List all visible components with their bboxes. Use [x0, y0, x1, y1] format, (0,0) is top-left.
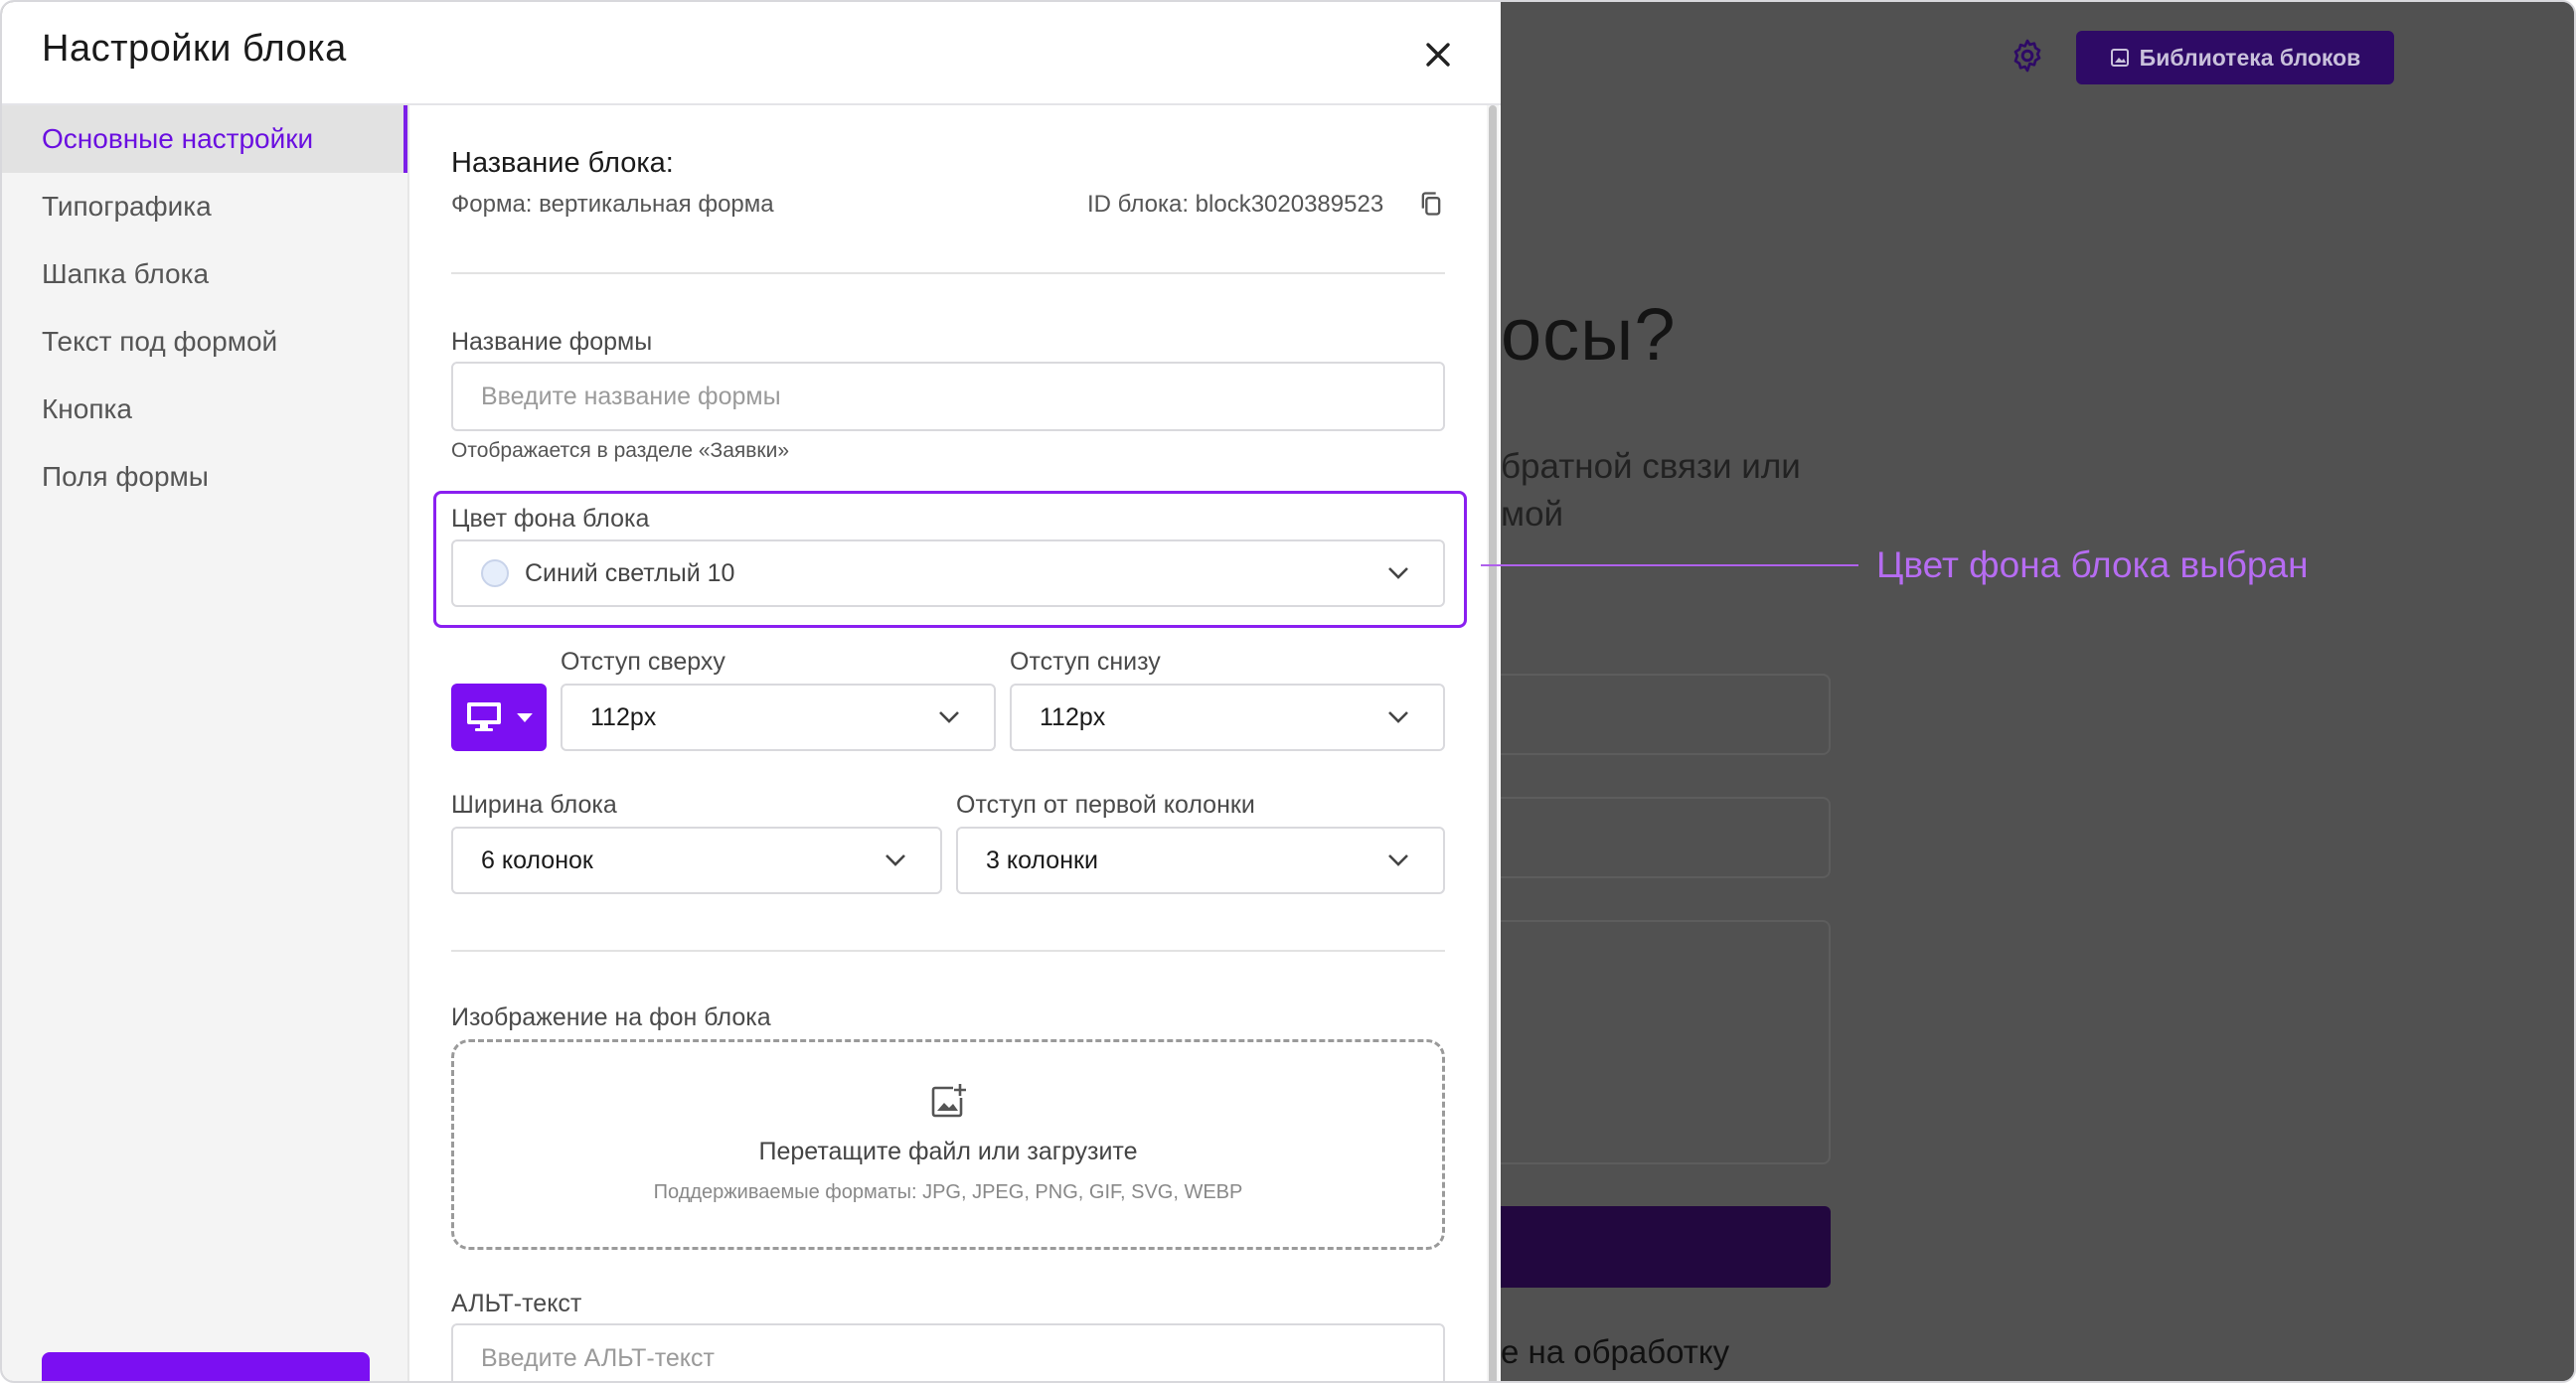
block-settings-modal: Настройки блока Основные настройки Типог…	[2, 2, 1501, 1381]
block-width-select[interactable]: 6 колонок	[451, 827, 942, 894]
color-swatch	[481, 559, 509, 587]
first-column-offset-select[interactable]: 3 колонки	[956, 827, 1445, 894]
block-id-text: ID блока: block3020389523	[1087, 191, 1384, 218]
page-heading-fragment: осы?	[1501, 293, 1677, 376]
form-name-input[interactable]: Введите название формы	[451, 362, 1445, 431]
block-library-button[interactable]: Библиотека блоков	[2076, 31, 2394, 84]
block-width-value: 6 колонок	[481, 845, 593, 874]
scrollbar-thumb[interactable]	[1489, 105, 1497, 1381]
page-submit-button	[1501, 1206, 1831, 1288]
padding-top-value: 112px	[590, 702, 657, 731]
block-type-text: Форма: вертикальная форма	[451, 191, 774, 218]
gear-icon[interactable]	[2010, 38, 2045, 74]
block-library-label: Библиотека блоков	[2139, 44, 2361, 71]
chevron-down-icon	[1388, 567, 1408, 579]
divider	[451, 272, 1445, 274]
first-column-offset-value: 3 колонки	[986, 845, 1098, 874]
chevron-down-icon	[939, 711, 959, 723]
nav-item-typography[interactable]: Типографика	[2, 173, 407, 240]
add-image-icon	[931, 1084, 966, 1118]
nav-item-text-under-form[interactable]: Текст под формой	[2, 308, 407, 376]
modal-title: Настройки блока	[42, 28, 347, 70]
copy-icon[interactable]	[1417, 190, 1445, 218]
form-name-label: Название формы	[451, 328, 653, 356]
device-switcher[interactable]	[451, 684, 547, 751]
chevron-down-icon	[886, 854, 905, 866]
bg-color-value: Синий светлый 10	[525, 558, 735, 587]
modal-header: Настройки блока	[2, 2, 1501, 105]
save-button[interactable]	[42, 1352, 370, 1381]
alt-text-input[interactable]: Введите АЛЬТ-текст	[451, 1323, 1445, 1381]
form-name-placeholder: Введите название формы	[481, 382, 781, 410]
settings-sidebar: Основные настройки Типографика Шапка бло…	[2, 105, 409, 1381]
first-column-offset-label: Отступ от первой колонки	[956, 791, 1255, 819]
bg-color-select[interactable]: Синий светлый 10	[451, 539, 1445, 607]
page-consent-note: е на обработку	[1501, 1333, 1730, 1370]
app-frame: Библиотека блоков осы? братной связи или…	[0, 0, 2576, 1383]
padding-bottom-label: Отступ снизу	[1010, 648, 1161, 676]
page-form-textarea	[1501, 920, 1831, 1164]
alt-text-placeholder: Введите АЛЬТ-текст	[481, 1343, 715, 1372]
divider	[451, 950, 1445, 952]
padding-top-select[interactable]: 112px	[561, 684, 996, 751]
desktop-icon	[467, 702, 501, 731]
dropzone-text: Перетащите файл или загрузите	[758, 1138, 1138, 1165]
page-form-field	[1501, 674, 1831, 755]
annotation-text: Цвет фона блока выбран	[1876, 544, 2309, 585]
nav-item-form-fields[interactable]: Поля формы	[2, 443, 407, 511]
bg-color-label: Цвет фона блока	[451, 505, 650, 533]
image-icon	[2110, 49, 2129, 67]
annotation-line	[1481, 564, 1858, 566]
nav-item-button[interactable]: Кнопка	[2, 376, 407, 443]
block-title-label: Название блока:	[451, 147, 674, 179]
padding-bottom-select[interactable]: 112px	[1010, 684, 1445, 751]
page-subtitle-line1: братной связи или	[1501, 447, 1801, 486]
page-subtitle-line2: мой	[1501, 495, 1564, 534]
form-name-hint: Отображается в разделе «Заявки»	[451, 439, 790, 462]
padding-bottom-value: 112px	[1040, 702, 1106, 731]
padding-top-label: Отступ сверху	[561, 648, 725, 676]
caret-down-icon	[517, 713, 533, 722]
bg-image-dropzone[interactable]: Перетащите файл или загрузите Поддержива…	[451, 1039, 1445, 1250]
bg-image-label: Изображение на фон блока	[451, 1003, 771, 1031]
close-icon[interactable]	[1417, 34, 1459, 76]
chevron-down-icon	[1388, 854, 1408, 866]
chevron-down-icon	[1388, 711, 1408, 723]
nav-item-main-settings[interactable]: Основные настройки	[2, 105, 407, 173]
block-width-label: Ширина блока	[451, 791, 617, 819]
dropzone-formats: Поддерживаемые форматы: JPG, JPEG, PNG, …	[653, 1181, 1243, 1203]
scrollbar[interactable]	[1487, 105, 1499, 1381]
page-form-field	[1501, 797, 1831, 878]
nav-item-block-header[interactable]: Шапка блока	[2, 240, 407, 308]
alt-text-label: АЛЬТ-текст	[451, 1290, 582, 1317]
